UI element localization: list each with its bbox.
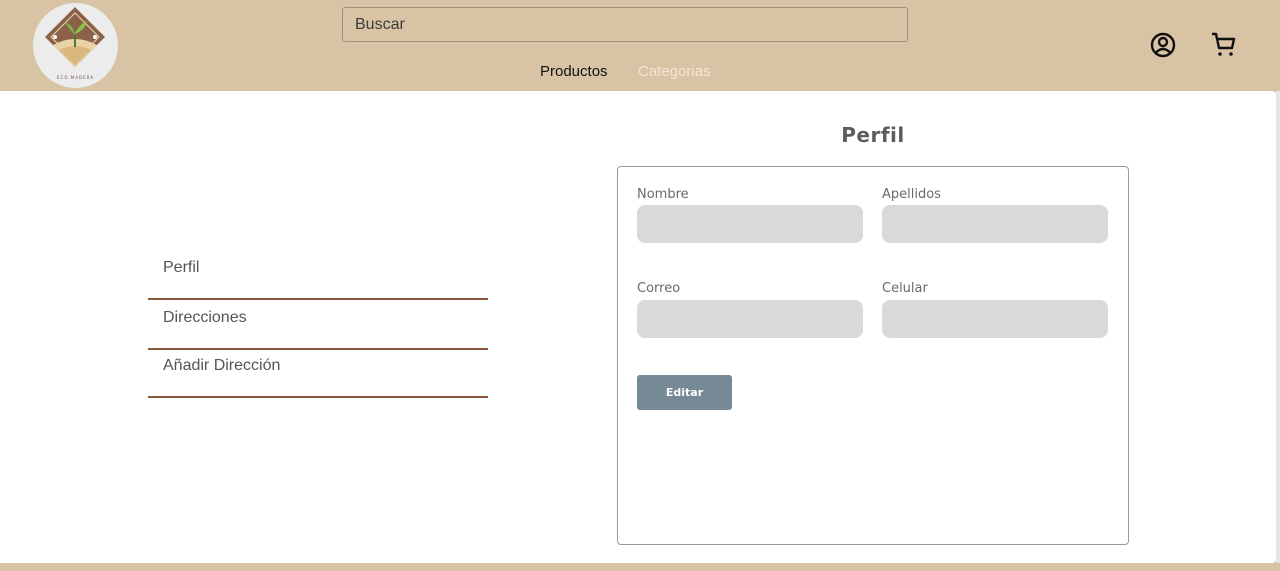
nombre-field[interactable] xyxy=(637,205,863,243)
profile-card: Nombre Apellidos Correo Celular Editar xyxy=(617,166,1129,545)
sidebar-item-perfil[interactable]: Perfil xyxy=(148,254,488,300)
apellidos-label: Apellidos xyxy=(882,187,941,202)
scrollbar[interactable] xyxy=(1276,91,1280,563)
header: ECO MADERA Productos Categorias xyxy=(0,0,1280,91)
correo-field[interactable] xyxy=(637,300,863,338)
user-circle-icon[interactable] xyxy=(1148,30,1178,60)
sidebar-item-direcciones[interactable]: Direcciones xyxy=(148,304,488,350)
correo-label: Correo xyxy=(637,281,681,296)
sidebar-item-label: Direcciones xyxy=(163,309,247,326)
sidebar-item-label: Perfil xyxy=(163,259,200,276)
nav-categorias[interactable]: Categorias xyxy=(638,63,711,80)
page-title: Perfil xyxy=(841,123,905,147)
celular-field[interactable] xyxy=(882,300,1108,338)
logo-text: ECO MADERA xyxy=(57,75,94,80)
logo[interactable]: ECO MADERA xyxy=(33,3,118,88)
main-content: Perfil Direcciones Añadir Dirección Perf… xyxy=(0,91,1276,563)
celular-label: Celular xyxy=(882,281,928,296)
nombre-label: Nombre xyxy=(637,187,689,202)
nav-productos[interactable]: Productos xyxy=(540,63,608,80)
apellidos-field[interactable] xyxy=(882,205,1108,243)
sidebar-item-anadir-direccion[interactable]: Añadir Dirección xyxy=(148,352,488,398)
search-input[interactable] xyxy=(342,7,908,42)
sidebar-item-label: Añadir Dirección xyxy=(163,357,281,374)
cart-icon[interactable] xyxy=(1209,30,1239,60)
edit-button[interactable]: Editar xyxy=(637,375,732,410)
